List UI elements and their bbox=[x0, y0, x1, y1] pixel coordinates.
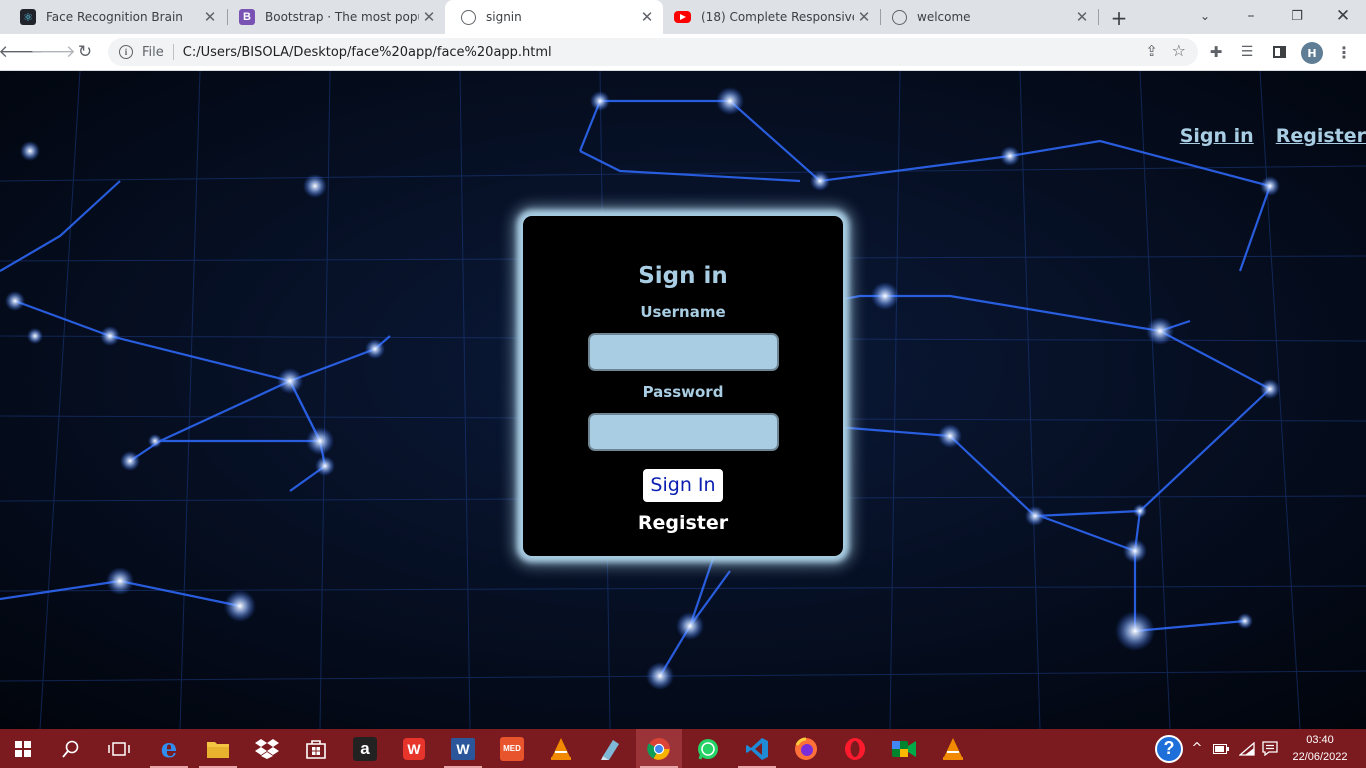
extensions-icon[interactable]: ✚ bbox=[1202, 38, 1230, 66]
minimize-button[interactable]: – bbox=[1228, 0, 1274, 32]
tab-title: welcome bbox=[917, 10, 971, 24]
bootstrap-icon: B bbox=[239, 9, 255, 25]
address-bar[interactable]: i File C:/Users/BISOLA/Desktop/face%20ap… bbox=[108, 38, 1198, 66]
tab-strip: ⚛ Face Recognition Brain ✕ B Bootstrap ·… bbox=[0, 0, 1366, 34]
restore-button[interactable]: ❐ bbox=[1274, 0, 1320, 32]
close-icon[interactable]: ✕ bbox=[854, 7, 874, 27]
system-clock[interactable]: 03:40 22/06/2022 bbox=[1284, 732, 1356, 766]
start-icon[interactable] bbox=[0, 729, 46, 768]
notifications-icon[interactable] bbox=[1260, 729, 1280, 768]
password-input[interactable] bbox=[587, 413, 779, 451]
opera-icon[interactable] bbox=[832, 729, 878, 768]
signin-card: Sign in Username Password Sign In Regist… bbox=[523, 216, 843, 556]
vlc-icon[interactable] bbox=[930, 729, 976, 768]
share-icon[interactable]: ⇪ bbox=[1145, 42, 1158, 60]
browser-toolbar: 🡐 🡒 ↻ i File C:/Users/BISOLA/Desktop/fac… bbox=[0, 34, 1366, 71]
close-icon[interactable]: ✕ bbox=[1072, 7, 1092, 27]
tab-bootstrap[interactable]: B Bootstrap · The most popular ✕ bbox=[223, 0, 445, 34]
file-explorer-icon[interactable] bbox=[195, 729, 241, 768]
tab-face-recognition[interactable]: ⚛ Face Recognition Brain ✕ bbox=[4, 0, 226, 34]
whatsapp-icon[interactable] bbox=[685, 729, 731, 768]
tab-separator bbox=[1098, 9, 1099, 25]
profile-avatar[interactable]: H bbox=[1301, 42, 1323, 64]
globe-icon bbox=[892, 9, 907, 25]
vlc-icon[interactable] bbox=[538, 729, 584, 768]
side-panel-icon[interactable] bbox=[1265, 38, 1293, 66]
close-icon[interactable]: ✕ bbox=[200, 7, 220, 27]
clock-date: 22/06/2022 bbox=[1292, 751, 1348, 763]
forward-button[interactable]: 🡒 bbox=[30, 38, 76, 66]
word-icon[interactable]: W bbox=[440, 729, 486, 768]
wifi-icon[interactable] bbox=[1236, 729, 1258, 768]
windows-taskbar: e a W W MED ? ^ 03:40 22/06/2022 bbox=[0, 729, 1366, 768]
tab-welcome[interactable]: welcome ✕ bbox=[876, 0, 1098, 34]
signin-title: Sign in bbox=[638, 263, 728, 289]
tab-title: (18) Complete Responsive W bbox=[701, 10, 854, 24]
omnibox-divider bbox=[172, 44, 174, 60]
tab-signin[interactable]: signin ✕ bbox=[445, 0, 663, 34]
notes-icon[interactable] bbox=[587, 729, 633, 768]
chevron-up-icon[interactable]: ^ bbox=[1188, 729, 1206, 768]
react-icon: ⚛ bbox=[20, 9, 36, 25]
close-icon[interactable]: ✕ bbox=[637, 7, 657, 27]
dropbox-icon[interactable] bbox=[244, 729, 290, 768]
globe-icon bbox=[461, 9, 476, 25]
username-label: Username bbox=[640, 303, 726, 321]
battery-icon[interactable] bbox=[1210, 729, 1232, 768]
tab-title: signin bbox=[486, 10, 522, 24]
search-icon[interactable] bbox=[48, 729, 94, 768]
register-link[interactable]: Register bbox=[638, 512, 728, 534]
username-input[interactable] bbox=[587, 333, 779, 371]
chrome-icon[interactable] bbox=[636, 729, 682, 768]
help-icon[interactable]: ? bbox=[1152, 729, 1186, 768]
amazon-icon[interactable]: a bbox=[342, 729, 388, 768]
url-text[interactable]: C:/Users/BISOLA/Desktop/face%20app/face%… bbox=[183, 45, 552, 60]
scheme-label: File bbox=[142, 44, 164, 60]
star-icon[interactable]: ☆ bbox=[1172, 41, 1186, 60]
top-nav: Sign in Register bbox=[1180, 125, 1366, 147]
task-view-icon[interactable] bbox=[96, 729, 142, 768]
tab-title: Bootstrap · The most popular bbox=[265, 10, 419, 24]
reload-button[interactable]: ↻ bbox=[71, 38, 99, 66]
tab-youtube[interactable]: (18) Complete Responsive W ✕ bbox=[658, 0, 880, 34]
reading-list-icon[interactable]: ☰ bbox=[1233, 38, 1261, 66]
close-icon[interactable]: ✕ bbox=[419, 7, 439, 27]
wps-icon[interactable]: W bbox=[391, 729, 437, 768]
edge-icon[interactable]: e bbox=[146, 729, 192, 768]
new-tab-button[interactable]: + bbox=[1106, 5, 1132, 31]
tab-title: Face Recognition Brain bbox=[46, 10, 183, 24]
signin-button[interactable]: Sign In bbox=[643, 469, 723, 502]
vscode-icon[interactable] bbox=[734, 729, 780, 768]
firefox-icon[interactable] bbox=[783, 729, 829, 768]
nav-signin-link[interactable]: Sign in bbox=[1180, 125, 1254, 147]
tab-search-icon[interactable]: ⌄ bbox=[1182, 0, 1228, 32]
nav-register-link[interactable]: Register bbox=[1276, 125, 1366, 147]
info-icon[interactable]: i bbox=[119, 45, 133, 59]
med-icon[interactable]: MED bbox=[489, 729, 535, 768]
password-label: Password bbox=[642, 383, 724, 401]
menu-icon[interactable]: ⋮ bbox=[1330, 38, 1358, 66]
clock-time: 03:40 bbox=[1306, 734, 1334, 746]
youtube-icon bbox=[674, 11, 691, 23]
page-viewport: Sign in Register Sign in Username Passwo… bbox=[0, 71, 1366, 729]
meet-icon[interactable] bbox=[881, 729, 927, 768]
window-close-button[interactable]: ✕ bbox=[1320, 0, 1366, 32]
store-icon[interactable] bbox=[293, 729, 339, 768]
